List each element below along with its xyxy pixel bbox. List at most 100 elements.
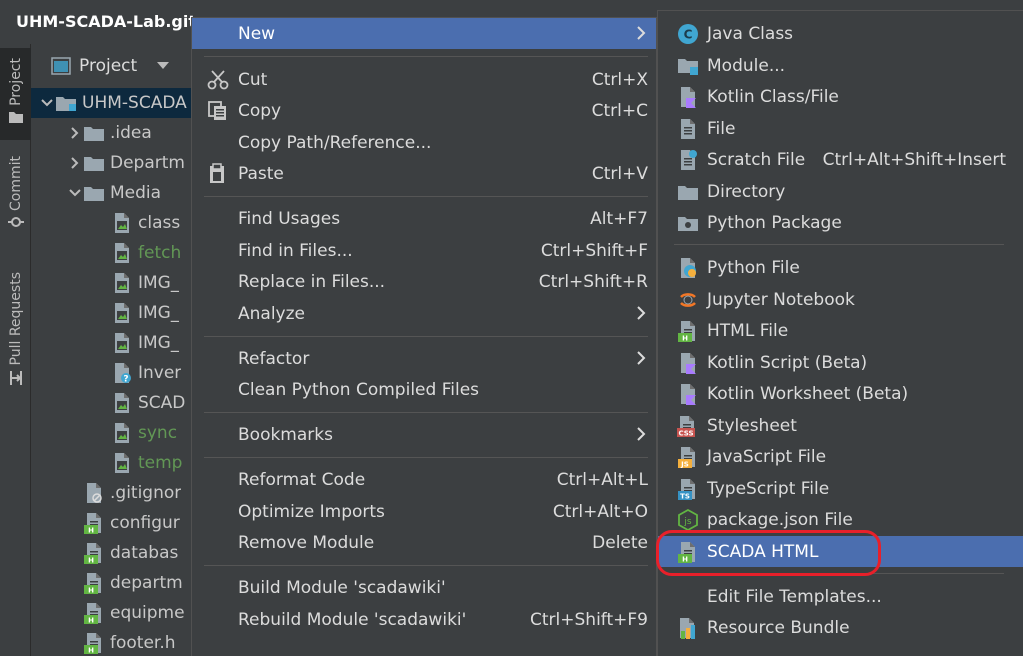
image-file-icon — [111, 453, 133, 473]
tree-node[interactable]: fetch — [31, 238, 191, 268]
clipboard-icon — [206, 162, 230, 185]
tree-node[interactable]: SCAD — [31, 388, 191, 418]
menu-item-clean-python-compiled-files[interactable]: Clean Python Compiled Files — [192, 374, 656, 405]
menu-item-copy[interactable]: Copy Ctrl+C — [192, 95, 656, 126]
tree-node-label: databas — [110, 543, 179, 563]
new-item-package-json-file[interactable]: js package.json File — [658, 504, 1023, 535]
tree-node[interactable]: UHM-SCADA — [31, 88, 191, 118]
menu-item-label: Paste — [238, 163, 284, 184]
menu-separator — [674, 244, 1004, 245]
tree-node[interactable]: Hdatabas — [31, 538, 191, 568]
new-item-kotlin-class-file[interactable]: Kotlin Class/File — [658, 81, 1023, 112]
menu-item-label: Python File — [707, 257, 800, 278]
chevron-right-icon[interactable] — [71, 157, 79, 169]
menu-item-optimize-imports[interactable]: Optimize Imports Ctrl+Alt+O — [192, 496, 656, 527]
svg-text:H: H — [88, 647, 94, 655]
menu-item-label: HTML File — [707, 320, 789, 341]
file-icon — [676, 117, 700, 141]
tree-node[interactable]: Departm — [31, 148, 191, 178]
new-item-javascript-file[interactable]: JS JavaScript File — [658, 441, 1023, 472]
new-item-scada-html[interactable]: H SCADA HTML — [658, 536, 1023, 567]
new-item-stylesheet[interactable]: CSS Stylesheet — [658, 410, 1023, 441]
menu-item-reformat-code[interactable]: Reformat Code Ctrl+Alt+L — [192, 464, 656, 495]
tree-node[interactable]: temp — [31, 448, 191, 478]
tree-node[interactable]: Hfooter.h — [31, 628, 191, 656]
menu-item-rebuild-module-scadawiki[interactable]: Rebuild Module 'scadawiki' Ctrl+Shift+F9 — [192, 604, 656, 635]
folder-icon — [8, 111, 23, 123]
new-item-html-file[interactable]: H HTML File — [658, 315, 1023, 346]
new-item-edit-file-templates[interactable]: Edit File Templates... — [658, 581, 1023, 612]
tree-expander[interactable] — [39, 99, 55, 107]
menu-item-replace-in-files[interactable]: Replace in Files... Ctrl+Shift+R — [192, 266, 656, 297]
tree-node[interactable]: Media — [31, 178, 191, 208]
svg-text:H: H — [88, 557, 94, 565]
chevron-right-icon[interactable] — [71, 127, 79, 139]
menu-item-paste[interactable]: Paste Ctrl+V — [192, 158, 656, 189]
html-file-icon: H — [83, 633, 105, 655]
tree-node[interactable]: class — [31, 208, 191, 238]
resource-bundle-icon — [676, 616, 700, 640]
new-item-jupyter-notebook[interactable]: Jupyter Notebook — [658, 284, 1023, 315]
menu-item-label: Build Module 'scadawiki' — [238, 577, 446, 598]
chevron-down-icon[interactable] — [69, 189, 81, 197]
tree-node[interactable]: Hdepartm — [31, 568, 191, 598]
menu-item-build-module-scadawiki[interactable]: Build Module 'scadawiki' — [192, 572, 656, 603]
new-item-kotlin-worksheet-beta[interactable]: Kotlin Worksheet (Beta) — [658, 378, 1023, 409]
menu-item-label: SCADA HTML — [707, 541, 819, 562]
chevron-down-icon[interactable] — [157, 62, 170, 70]
tree-node[interactable]: Hconfigur — [31, 508, 191, 538]
tree-node[interactable]: .idea — [31, 118, 191, 148]
menu-item-label: Refactor — [238, 348, 310, 369]
new-item-python-file[interactable]: Python File — [658, 252, 1023, 283]
new-item-directory[interactable]: Directory — [658, 176, 1023, 207]
menu-item-label: Replace in Files... — [238, 271, 386, 292]
tree-node-label: Inver — [138, 363, 182, 383]
new-item-python-package[interactable]: Python Package — [658, 207, 1023, 238]
tree-node-label: IMG_ — [138, 303, 180, 323]
tree-expander[interactable] — [67, 127, 83, 139]
tool-commit[interactable]: Commit — [0, 156, 31, 242]
tree-expander[interactable] — [67, 189, 83, 197]
menu-item-label: Reformat Code — [238, 469, 366, 490]
new-item-module[interactable]: Module... — [658, 50, 1023, 81]
new-item-file[interactable]: File — [658, 113, 1023, 144]
menu-item-new[interactable]: New — [192, 18, 656, 49]
new-item-java-class[interactable]: C Java Class — [658, 18, 1023, 49]
python-package-icon — [676, 211, 700, 235]
tree-node[interactable]: IMG_ — [31, 298, 191, 328]
menu-item-bookmarks[interactable]: Bookmarks — [192, 419, 656, 450]
new-item-typescript-file[interactable]: TS TypeScript File — [658, 473, 1023, 504]
tool-window-strip: Project Commit Pull Requests — [0, 44, 31, 656]
tree-node[interactable]: .gitignor — [31, 478, 191, 508]
tree-node[interactable]: Hequipme — [31, 598, 191, 628]
tree-node[interactable]: sync — [31, 418, 191, 448]
menu-item-label: Jupyter Notebook — [707, 289, 855, 310]
image-file-icon — [111, 303, 133, 323]
tool-project[interactable]: Project — [0, 48, 31, 140]
new-item-scratch-file[interactable]: Scratch File Ctrl+Alt+Shift+Insert — [658, 144, 1023, 175]
menu-item-copy-path-reference[interactable]: Copy Path/Reference... — [192, 127, 656, 158]
tree-node-label: IMG_ — [138, 333, 180, 353]
chevron-down-icon[interactable] — [41, 99, 53, 107]
tree-node-label: SCAD — [138, 393, 186, 413]
menu-separator — [674, 573, 1004, 574]
tool-pull-requests[interactable]: Pull Requests — [0, 272, 31, 396]
tree-node[interactable]: IMG_ — [31, 328, 191, 358]
menu-item-cut[interactable]: Cut Ctrl+X — [192, 64, 656, 95]
menu-item-find-in-files[interactable]: Find in Files... Ctrl+Shift+F — [192, 235, 656, 266]
copy-icon — [206, 100, 230, 122]
menu-item-label: Bookmarks — [238, 424, 333, 445]
menu-item-analyze[interactable]: Analyze — [192, 298, 656, 329]
menu-item-refactor[interactable]: Refactor — [192, 343, 656, 374]
new-item-resource-bundle[interactable]: Resource Bundle — [658, 612, 1023, 643]
project-panel-header[interactable]: Project — [31, 44, 191, 88]
tree-expander[interactable] — [67, 157, 83, 169]
commit-icon — [7, 217, 24, 227]
tree-node[interactable]: IMG_ — [31, 268, 191, 298]
tree-node[interactable]: ? Inver — [31, 358, 191, 388]
menu-item-remove-module[interactable]: Remove Module Delete — [192, 527, 656, 558]
menu-item-label: JavaScript File — [707, 446, 827, 467]
menu-item-find-usages[interactable]: Find Usages Alt+F7 — [192, 203, 656, 234]
svg-text:H: H — [88, 617, 94, 625]
new-item-kotlin-script-beta[interactable]: Kotlin Script (Beta) — [658, 347, 1023, 378]
